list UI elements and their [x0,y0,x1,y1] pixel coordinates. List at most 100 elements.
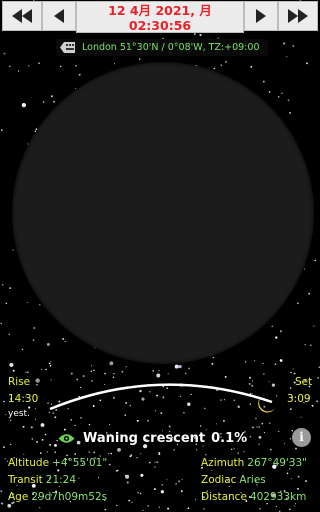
star [0,490,3,493]
set-time: 3:09 [287,393,311,405]
star [93,451,96,454]
star [310,344,312,346]
star [289,408,292,410]
star [1,284,4,286]
star [125,366,127,368]
star [244,361,247,363]
double-right-icon [288,9,308,23]
star [270,448,272,451]
star [292,45,295,47]
star [129,455,132,458]
star [293,372,296,375]
star [3,446,5,448]
star [228,485,230,488]
star [50,361,52,363]
star [268,91,271,93]
star [125,474,130,479]
star [5,302,8,305]
star [305,480,308,483]
star [258,426,260,428]
star [53,100,55,103]
star [137,491,139,494]
star [7,503,12,508]
star [32,339,35,342]
transit-label: Transit [8,474,43,486]
star [88,423,91,426]
star [74,424,76,427]
rise-time: 14:30 [8,393,39,405]
azimuth-label: Azimuth [201,457,245,469]
star [317,377,320,379]
phase-name: Waning crescent [83,430,206,446]
star [39,507,41,509]
star [136,456,138,459]
star [4,458,6,460]
star [211,362,214,365]
date-time-display[interactable]: 12 4月 2021, 月 02:30:56 [76,1,244,33]
star [17,70,20,72]
star [25,371,27,374]
star [233,448,235,450]
star [31,438,34,440]
star [263,432,265,434]
zodiac-value: Aries [239,474,266,486]
star [39,304,41,306]
star [42,101,45,103]
star [166,479,168,481]
star [131,501,133,503]
info-icon[interactable]: i [292,428,311,447]
set-label: Set [295,376,313,388]
distance-value: 402933km [249,491,307,503]
zodiac-row: Zodiac Aries [201,474,266,486]
star [5,414,7,416]
star [188,367,190,370]
star [33,327,36,329]
star [279,330,282,333]
star [23,453,25,455]
star [115,470,118,472]
star [289,508,291,511]
star [51,95,53,98]
star [113,63,116,65]
star [27,371,29,373]
back-button[interactable] [42,1,76,31]
fast-forward-button[interactable] [278,1,318,31]
star [199,425,202,427]
star [39,452,42,454]
star [40,368,43,370]
star [128,499,130,502]
star [78,73,81,76]
star [277,95,280,98]
star [275,336,278,339]
star [181,478,183,480]
star [10,443,12,446]
star [295,503,297,505]
eye-icon[interactable] [58,433,75,444]
star [109,423,111,425]
fast-back-button[interactable] [2,1,42,31]
star [178,365,182,369]
star [213,67,216,70]
forward-button[interactable] [244,1,278,31]
star [148,461,151,464]
star [230,448,233,450]
star [160,490,165,494]
star [187,507,190,510]
star [300,416,302,418]
star [225,60,227,63]
star [41,439,44,441]
star [78,477,80,479]
star [289,387,292,389]
star [147,505,149,507]
star [154,461,156,463]
star [304,344,306,346]
star [168,425,171,428]
star [54,443,57,447]
star [48,362,51,365]
star [262,362,264,365]
star [139,492,142,495]
star [21,348,24,351]
star [38,62,40,65]
location-bar[interactable]: London 51°30'N / 0°08'W, TZ:+09:00 [56,39,268,56]
star [158,506,160,508]
